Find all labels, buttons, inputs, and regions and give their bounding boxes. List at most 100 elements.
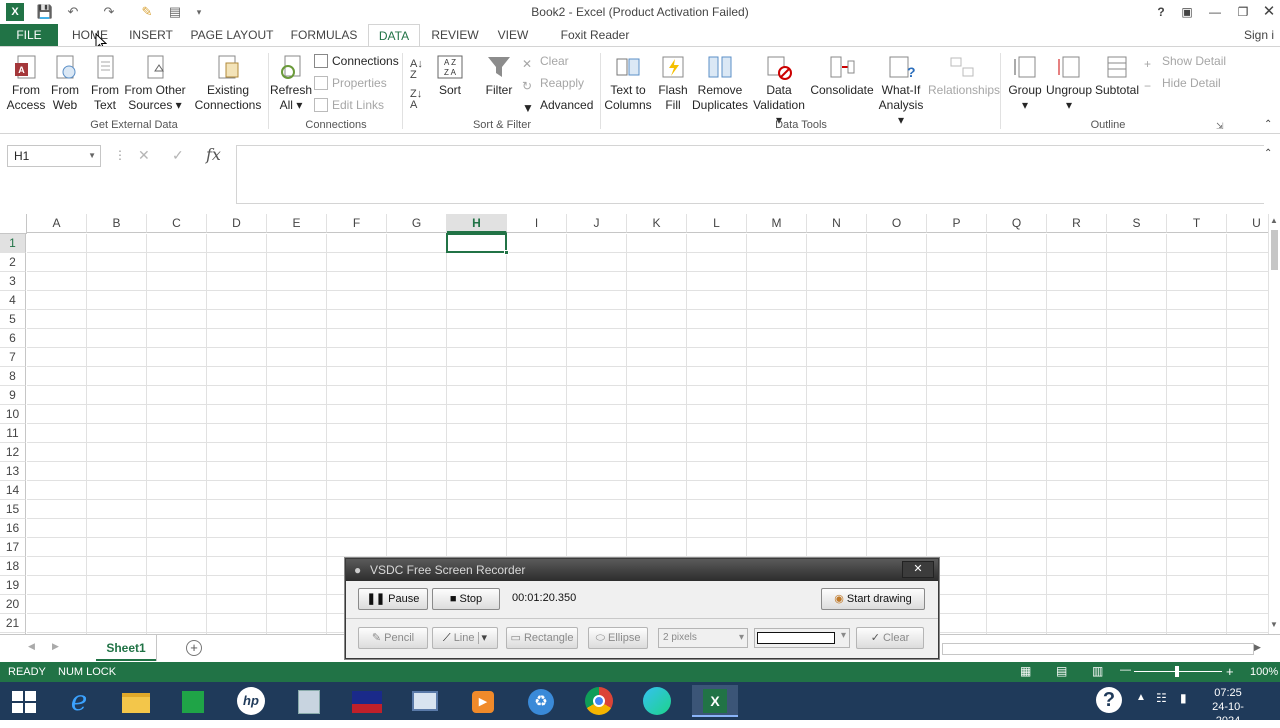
- fill-handle[interactable]: [504, 250, 509, 255]
- from-access-button[interactable]: A From Access: [6, 53, 46, 113]
- vertical-scrollbar[interactable]: ▲ ▼: [1268, 214, 1280, 634]
- add-sheet-icon[interactable]: +: [186, 640, 202, 656]
- flash-fill-button[interactable]: Flash Fill: [656, 53, 690, 113]
- selected-cell[interactable]: [446, 233, 509, 255]
- sort-az-icon[interactable]: A↓ Z: [410, 59, 423, 81]
- minimize-icon[interactable]: —: [1204, 3, 1226, 21]
- row-header-2[interactable]: 2: [0, 253, 26, 272]
- connections-button[interactable]: Connections: [314, 51, 399, 71]
- column-header-f[interactable]: F: [327, 214, 387, 233]
- sign-in-link[interactable]: Sign i: [1244, 24, 1280, 46]
- scroll-up-icon[interactable]: ▲: [1270, 216, 1278, 225]
- row-header-16[interactable]: 16: [0, 519, 26, 538]
- clear-filter-button[interactable]: ✕ Clear: [522, 51, 569, 71]
- row-header-20[interactable]: 20: [0, 595, 26, 614]
- remote-desktop-icon[interactable]: [402, 685, 448, 717]
- normal-view-icon[interactable]: ▦: [1020, 664, 1031, 678]
- filter-button[interactable]: Filter: [482, 53, 516, 98]
- enter-icon[interactable]: ✓: [172, 147, 184, 164]
- group-button[interactable]: Group ▾: [1004, 53, 1046, 113]
- column-header-l[interactable]: L: [687, 214, 747, 233]
- store-icon[interactable]: [170, 685, 216, 717]
- chrome-icon[interactable]: [576, 685, 622, 717]
- column-header-t[interactable]: T: [1167, 214, 1227, 233]
- from-web-button[interactable]: From Web: [46, 53, 84, 113]
- remove-duplicates-button[interactable]: Remove Duplicates: [692, 53, 748, 113]
- column-header-r[interactable]: R: [1047, 214, 1107, 233]
- page-break-view-icon[interactable]: ▥: [1092, 664, 1103, 678]
- next-sheet-icon[interactable]: ▶: [52, 641, 59, 652]
- from-text-button[interactable]: From Text: [86, 53, 124, 113]
- reapply-button[interactable]: ↻ Reapply: [522, 73, 584, 93]
- column-header-o[interactable]: O: [867, 214, 927, 233]
- tab-formulas[interactable]: FORMULAS: [290, 24, 358, 46]
- recorder-close-button[interactable]: ✕: [902, 561, 934, 578]
- zoom-slider-thumb[interactable]: [1175, 666, 1179, 677]
- column-header-e[interactable]: E: [267, 214, 327, 233]
- prev-sheet-icon[interactable]: ◀: [28, 641, 35, 652]
- stop-button[interactable]: ■ Stop: [432, 588, 500, 610]
- what-if-analysis-button[interactable]: ? What-If Analysis ▾: [874, 53, 928, 128]
- rectangle-button[interactable]: ▭ Rectangle: [506, 627, 578, 649]
- tab-file[interactable]: FILE: [0, 24, 58, 46]
- refresh-all-button[interactable]: Refresh All ▾: [270, 53, 312, 113]
- consolidate-button[interactable]: Consolidate: [810, 53, 874, 98]
- collapse-formula-bar-icon[interactable]: ⌃: [1264, 148, 1272, 159]
- row-header-3[interactable]: 3: [0, 272, 26, 291]
- name-box-dropdown-icon[interactable]: ▼: [88, 146, 96, 166]
- vertical-scroll-thumb[interactable]: [1271, 230, 1278, 270]
- row-header-1[interactable]: 1: [0, 234, 26, 253]
- calculator-icon[interactable]: [286, 685, 332, 717]
- column-header-j[interactable]: J: [567, 214, 627, 233]
- tab-review[interactable]: REVIEW: [430, 24, 480, 46]
- sheet-tab-sheet1[interactable]: Sheet1: [96, 635, 156, 661]
- row-header-7[interactable]: 7: [0, 348, 26, 367]
- row-header-19[interactable]: 19: [0, 576, 26, 595]
- column-header-k[interactable]: K: [627, 214, 687, 233]
- scroll-right-icon[interactable]: ▶: [1254, 642, 1261, 653]
- scroll-down-icon[interactable]: ▼: [1270, 620, 1278, 629]
- column-header-q[interactable]: Q: [987, 214, 1047, 233]
- cancel-icon[interactable]: ✕: [138, 147, 150, 164]
- row-header-10[interactable]: 10: [0, 405, 26, 424]
- tab-data[interactable]: DATA: [368, 24, 420, 46]
- row-header-17[interactable]: 17: [0, 538, 26, 557]
- hide-detail-button[interactable]: − Hide Detail: [1144, 73, 1221, 93]
- column-header-h[interactable]: H: [447, 214, 507, 233]
- color-select[interactable]: ▾: [754, 628, 850, 648]
- taskbar-clock[interactable]: 07:25 24-10-2024: [1206, 686, 1250, 728]
- text-to-columns-button[interactable]: Text to Columns: [602, 53, 654, 113]
- zoom-level[interactable]: 100%: [1250, 666, 1278, 678]
- show-detail-button[interactable]: + Show Detail: [1144, 51, 1226, 71]
- column-header-p[interactable]: P: [927, 214, 987, 233]
- excel-taskbar-icon[interactable]: X: [692, 685, 738, 717]
- line-dropdown-icon[interactable]: ▾: [477, 632, 488, 644]
- network-icon[interactable]: ☷: [1156, 691, 1167, 705]
- recycle-app-icon[interactable]: ♻: [518, 685, 564, 717]
- existing-connections-button[interactable]: Existing Connections: [192, 53, 264, 113]
- row-header-15[interactable]: 15: [0, 500, 26, 519]
- tab-page-layout[interactable]: PAGE LAYOUT: [190, 24, 274, 46]
- tab-view[interactable]: VIEW: [494, 24, 532, 46]
- file-explorer-icon[interactable]: [112, 685, 158, 717]
- dialog-launcher-icon[interactable]: ⇲: [1216, 121, 1224, 132]
- column-header-d[interactable]: D: [207, 214, 267, 233]
- horizontal-scrollbar[interactable]: [942, 643, 1254, 655]
- row-header-8[interactable]: 8: [0, 367, 26, 386]
- ribbon-display-icon[interactable]: ▣: [1176, 3, 1198, 21]
- video-player-icon[interactable]: ▶: [460, 685, 506, 717]
- column-header-s[interactable]: S: [1107, 214, 1167, 233]
- zoom-out-icon[interactable]: —: [1120, 664, 1131, 676]
- row-header-13[interactable]: 13: [0, 462, 26, 481]
- column-header-a[interactable]: A: [27, 214, 87, 233]
- row-header-4[interactable]: 4: [0, 291, 26, 310]
- properties-button[interactable]: Properties: [314, 73, 387, 93]
- column-header-c[interactable]: C: [147, 214, 207, 233]
- battery-icon[interactable]: ▮: [1180, 691, 1187, 705]
- row-header-21[interactable]: 21: [0, 614, 26, 633]
- column-header-m[interactable]: M: [747, 214, 807, 233]
- edge-icon[interactable]: [634, 685, 680, 717]
- formula-input[interactable]: [236, 145, 1264, 204]
- windows-start-icon[interactable]: [12, 691, 36, 713]
- row-header-5[interactable]: 5: [0, 310, 26, 329]
